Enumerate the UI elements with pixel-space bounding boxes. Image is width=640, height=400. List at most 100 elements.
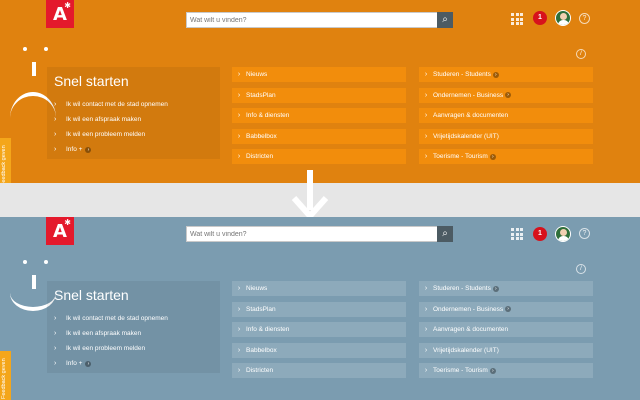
chevron-right-icon: › [237, 326, 241, 334]
chevron-right-icon: › [237, 91, 241, 99]
nav-tile[interactable]: › Ondernemen - Business › [419, 87, 593, 103]
nav-tile[interactable]: › Info & diensten [232, 108, 406, 124]
quick-start-item-label: Ik wil een probleem melden [66, 345, 146, 352]
nav-tile[interactable]: › Studeren - Students › [419, 67, 593, 82]
quick-start-panel: Snel starten › Ik wil contact met de stad… [47, 281, 220, 373]
chevron-right-icon: › [54, 329, 57, 337]
quick-start-item[interactable]: › Ik wil een afspraak maken [54, 326, 168, 341]
search-bar: ⌕ [186, 226, 453, 242]
nav-tile[interactable]: › Babbelbox [232, 342, 406, 358]
chevron-right-icon: › [424, 305, 428, 313]
external-link-icon: › [505, 306, 512, 313]
chevron-right-icon: › [54, 130, 57, 138]
chevron-right-icon: › [424, 153, 428, 161]
nav-tile[interactable]: › Ondernemen - Business › [419, 301, 593, 317]
nav-tile-label: Districten [246, 367, 274, 375]
chevron-right-icon: › [237, 153, 241, 161]
tile-column-right: › Studeren - Students › › Ondernemen - Busi… [419, 281, 593, 384]
nav-tile[interactable]: › Vrijetijdskalender (UIT) [419, 128, 593, 144]
search-input[interactable] [187, 13, 437, 27]
feedback-tab-label: Feedback geven [1, 145, 7, 183]
quick-start-item[interactable]: › Info + › [54, 142, 168, 157]
nav-tile[interactable]: › Nieuws [232, 281, 406, 296]
nav-tile-label: Aanvragen & documenten [433, 326, 509, 334]
apps-grid-icon[interactable] [511, 228, 523, 240]
quick-start-item-label: Info + [66, 360, 83, 367]
a-logo-icon[interactable]: A ✱ [46, 217, 74, 245]
chevron-right-icon: › [237, 132, 241, 140]
chevron-right-icon: › [237, 367, 241, 375]
a-logo-icon[interactable]: A ✱ [46, 0, 74, 28]
edit-icon[interactable]: / [576, 49, 586, 59]
nav-tile[interactable]: › Districten [232, 363, 406, 379]
quick-start-item-label: Ik wil contact met de stad opnemen [66, 101, 168, 108]
avatar-icon[interactable] [555, 10, 571, 26]
chevron-right-icon: › [237, 112, 241, 120]
nav-tile[interactable]: › Studeren - Students › [419, 281, 593, 296]
quick-start-item-label: Ik wil contact met de stad opnemen [66, 315, 168, 322]
notification-badge[interactable]: 1 [533, 227, 547, 241]
info-more-icon: › [85, 360, 92, 367]
nav-tile[interactable]: › StadsPlan [232, 87, 406, 103]
nav-tile[interactable]: › Districten [232, 149, 406, 165]
bluegray-homepage-panel: A ✱ ⌕ 1 ? / Snel starten › Ik wil contact… [0, 217, 640, 400]
nav-tile[interactable]: › StadsPlan [232, 301, 406, 317]
feedback-tab[interactable]: Feedback geven [0, 138, 11, 183]
apps-grid-icon[interactable] [511, 13, 523, 25]
avatar-icon[interactable] [555, 226, 571, 242]
quick-start-panel: Snel starten › Ik wil contact met de stad… [47, 67, 220, 159]
notification-badge[interactable]: 1 [533, 11, 547, 25]
tile-column-middle: › Nieuws › StadsPlan › Info & diensten › Bab… [232, 67, 406, 170]
nav-tile-label: Toerisme - Tourism [433, 153, 488, 161]
nav-tile-label: Vrijetijdskalender (UIT) [433, 132, 499, 140]
nav-tile-label: Ondernemen - Business [433, 305, 504, 313]
tile-column-middle: › Nieuws › StadsPlan › Info & diensten › Bab… [232, 281, 406, 384]
help-icon[interactable]: ? [579, 228, 590, 239]
nav-tile-label: Info & diensten [246, 326, 290, 334]
nav-tile[interactable]: › Aanvragen & documenten [419, 322, 593, 338]
quick-start-title: Snel starten [54, 287, 129, 303]
feedback-tab[interactable]: Feedback geven [0, 351, 11, 400]
nav-tile-label: Babbelbox [246, 346, 277, 354]
feedback-tab-label: Feedback geven [1, 358, 7, 399]
quick-start-item[interactable]: › Ik wil een probleem melden [54, 341, 168, 356]
chevron-right-icon: › [237, 305, 241, 313]
nav-tile[interactable]: › Vrijetijdskalender (UIT) [419, 342, 593, 358]
nav-tile-label: Ondernemen - Business [433, 91, 504, 99]
quick-start-item-label: Ik wil een afspraak maken [66, 330, 142, 337]
orange-homepage-panel: A ✱ ⌕ 1 ? / Snel starten › Ik wil contact… [0, 0, 640, 183]
nav-tile[interactable]: › Info & diensten [232, 322, 406, 338]
chevron-right-icon: › [54, 344, 57, 352]
chevron-right-icon: › [54, 145, 57, 153]
quick-start-item[interactable]: › Ik wil contact met de stad opnemen [54, 311, 168, 326]
nav-tile-label: Studeren - Students [433, 285, 491, 292]
chevron-right-icon: › [54, 314, 57, 322]
nav-tile-label: Studeren - Students [433, 71, 491, 78]
nav-tile-label: Info & diensten [246, 112, 290, 120]
quick-start-item[interactable]: › Info + › [54, 356, 168, 371]
nav-tile[interactable]: › Nieuws [232, 67, 406, 82]
search-icon[interactable]: ⌕ [437, 12, 453, 28]
nav-tile-label: StadsPlan [246, 91, 276, 99]
quick-start-item[interactable]: › Ik wil een probleem melden [54, 127, 168, 142]
chevron-right-icon: › [424, 367, 428, 375]
nav-tile-label: Districten [246, 153, 274, 161]
nav-tile-label: Nieuws [246, 285, 268, 292]
quick-start-title: Snel starten [54, 73, 129, 89]
external-link-icon: › [489, 367, 496, 374]
quick-start-item-label: Ik wil een probleem melden [66, 131, 146, 138]
quick-start-item[interactable]: › Ik wil contact met de stad opnemen [54, 97, 168, 112]
nav-tile[interactable]: › Aanvragen & documenten [419, 108, 593, 124]
search-icon[interactable]: ⌕ [437, 226, 453, 242]
help-icon[interactable]: ? [579, 13, 590, 24]
nav-tile[interactable]: › Babbelbox [232, 128, 406, 144]
edit-icon[interactable]: / [576, 264, 586, 274]
nav-tile[interactable]: › Toerisme - Tourism › [419, 149, 593, 165]
quick-start-item[interactable]: › Ik wil een afspraak maken [54, 112, 168, 127]
chevron-right-icon: › [237, 285, 241, 292]
external-link-icon: › [489, 153, 496, 160]
chevron-right-icon: › [424, 132, 428, 140]
nav-tile[interactable]: › Toerisme - Tourism › [419, 363, 593, 379]
search-input[interactable] [187, 227, 437, 241]
chevron-right-icon: › [54, 115, 57, 123]
